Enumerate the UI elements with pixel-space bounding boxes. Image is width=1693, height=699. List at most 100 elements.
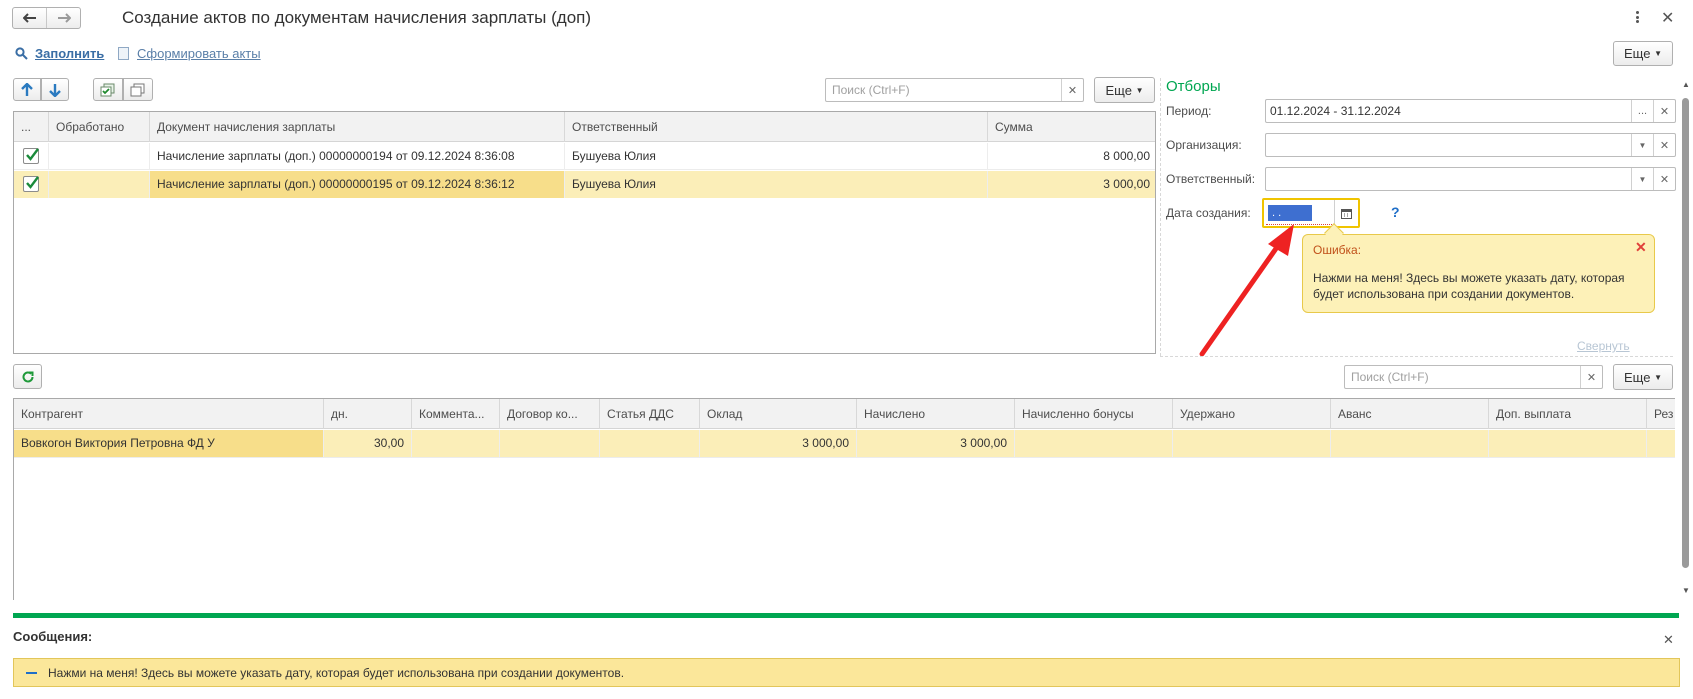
dropdown-arrow-icon: ▼ <box>1654 49 1662 58</box>
close-window-icon[interactable]: ✕ <box>1661 8 1674 28</box>
arrow-down-icon <box>49 83 61 97</box>
error-tooltip[interactable]: Ошибка: ✕ Нажми на меня! Здесь вы можете… <box>1302 223 1655 313</box>
column-header[interactable]: Рез <box>1647 399 1675 429</box>
message-dash-icon <box>26 671 37 674</box>
table-row[interactable]: Начисление зарплаты (доп.) 00000000194 о… <box>14 143 1155 170</box>
column-header[interactable]: Коммента... <box>412 399 500 429</box>
column-header[interactable]: Аванс <box>1331 399 1489 429</box>
ellipsis-icon[interactable]: ... <box>1631 100 1653 122</box>
rez-cell <box>1647 430 1675 457</box>
uncheck-all-button[interactable] <box>123 78 153 101</box>
calendar-icon[interactable] <box>1334 200 1358 226</box>
checkbox-cell[interactable] <box>14 171 49 198</box>
back-arrow-icon[interactable] <box>13 8 47 28</box>
column-header[interactable]: Начисленно бонусы <box>1015 399 1173 429</box>
comment-cell <box>412 430 500 457</box>
scroll-down-icon[interactable]: ▼ <box>1682 586 1690 595</box>
top-search-placeholder: Поиск (Ctrl+F) <box>832 83 910 97</box>
sum-cell: 3 000,00 <box>988 171 1155 198</box>
move-up-button[interactable] <box>13 78 41 101</box>
red-arrow-annotation <box>1199 224 1294 357</box>
column-header[interactable]: Обработано <box>49 112 150 142</box>
clear-icon[interactable]: ✕ <box>1653 100 1675 122</box>
creation-date-label: Дата создания: <box>1166 206 1251 220</box>
checkbox-checked-icon[interactable] <box>23 176 39 192</box>
uncheck-all-icon <box>130 83 145 96</box>
forward-arrow-icon[interactable] <box>47 8 80 28</box>
tooltip-text: Нажми на меня! Здесь вы можете указать д… <box>1313 271 1625 301</box>
period-label: Период: <box>1166 104 1212 118</box>
column-header[interactable]: Статья ДДС <box>600 399 700 429</box>
scroll-thumb[interactable] <box>1682 98 1689 568</box>
more-button-label: Еще <box>1624 46 1651 61</box>
tooltip-close-icon[interactable]: ✕ <box>1635 239 1647 256</box>
more-bottom-label: Еще <box>1624 369 1651 385</box>
advance-cell <box>1331 430 1489 457</box>
documents-table: ... Обработано Документ начисления зарпл… <box>13 111 1156 354</box>
column-header[interactable]: Начислено <box>857 399 1015 429</box>
more-button-table[interactable]: Еще ▼ <box>1094 77 1155 103</box>
organization-field[interactable]: ▼ ✕ <box>1265 133 1676 157</box>
checkbox-checked-icon[interactable] <box>23 148 39 164</box>
sum-cell: 8 000,00 <box>1103 149 1150 163</box>
dropdown-arrow-icon: ▼ <box>1654 372 1662 382</box>
chevron-down-icon[interactable]: ▼ <box>1631 168 1653 190</box>
more-button-bottom[interactable]: Еще ▼ <box>1613 364 1673 390</box>
column-header[interactable]: Оклад <box>700 399 857 429</box>
column-header[interactable]: Сумма <box>988 112 1155 142</box>
period-value: 01.12.2024 - 31.12.2024 <box>1270 104 1401 118</box>
column-header[interactable]: Документ начисления зарплаты <box>150 112 565 142</box>
details-table: Контрагент дн. Коммента... Договор ко...… <box>13 398 1675 600</box>
column-header[interactable]: Ответственный <box>565 112 988 142</box>
arrow-up-icon <box>21 82 33 96</box>
responsible-label: Ответственный: <box>1166 172 1256 186</box>
column-header[interactable]: дн. <box>324 399 412 429</box>
fill-link[interactable]: Заполнить <box>35 46 104 61</box>
chevron-down-icon[interactable]: ▼ <box>1631 134 1653 156</box>
responsible-cell: Бушуева Юлия <box>565 143 988 170</box>
responsible-field[interactable]: ▼ ✕ <box>1265 167 1676 191</box>
bottom-search-input[interactable]: Поиск (Ctrl+F) ✕ <box>1344 365 1603 389</box>
message-item[interactable]: Нажми на меня! Здесь вы можете указать д… <box>13 658 1680 687</box>
collapse-link[interactable]: Свернуть <box>1577 339 1630 353</box>
table-row-selected[interactable]: Начисление зарплаты (доп.) 00000000195 о… <box>14 171 1155 198</box>
page-title: Создание актов по документам начисления … <box>122 8 592 27</box>
processed-cell <box>49 171 150 198</box>
panel-divider <box>1160 78 1161 356</box>
table-row-selected[interactable]: Вовкогон Виктория Петровна ФД У 30,00 3 … <box>14 430 1675 458</box>
column-header[interactable]: Договор ко... <box>500 399 600 429</box>
clear-icon[interactable]: ✕ <box>1653 134 1675 156</box>
checkbox-cell[interactable] <box>14 143 49 170</box>
bottom-search-placeholder: Поиск (Ctrl+F) <box>1351 370 1429 384</box>
check-all-button[interactable] <box>93 78 123 101</box>
column-header[interactable]: ... <box>14 112 49 142</box>
period-field[interactable]: 01.12.2024 - 31.12.2024 ... ✕ <box>1265 99 1676 123</box>
form-acts-link[interactable]: Сформировать акты <box>137 46 261 61</box>
messages-separator <box>13 613 1679 618</box>
filters-title: Отборы <box>1166 78 1221 95</box>
clear-icon[interactable]: ✕ <box>1653 168 1675 190</box>
clear-search-icon[interactable]: ✕ <box>1580 366 1602 388</box>
kebab-menu-icon[interactable] <box>1632 9 1642 25</box>
messages-title: Сообщения: <box>13 629 93 644</box>
contract-cell <box>500 430 600 457</box>
messages-close-icon[interactable]: ✕ <box>1663 632 1674 648</box>
document-cell: Начисление зарплаты (доп.) 00000000195 о… <box>150 171 565 198</box>
help-icon[interactable]: ? <box>1391 204 1400 220</box>
more-button-top[interactable]: Еще ▼ <box>1613 41 1673 66</box>
top-search-input[interactable]: Поиск (Ctrl+F) ✕ <box>825 78 1084 102</box>
column-header[interactable]: Контрагент <box>14 399 324 429</box>
tooltip-title: Ошибка: <box>1313 243 1362 257</box>
column-header[interactable]: Удержано <box>1173 399 1331 429</box>
refresh-button[interactable] <box>13 364 42 389</box>
move-down-button[interactable] <box>41 78 69 101</box>
processed-cell <box>49 143 150 170</box>
column-header[interactable]: Доп. выплата <box>1489 399 1647 429</box>
clear-search-icon[interactable]: ✕ <box>1061 79 1083 101</box>
scroll-up-icon[interactable]: ▲ <box>1682 80 1690 89</box>
extra-payment-cell <box>1489 430 1647 457</box>
document-cell: Начисление зарплаты (доп.) 00000000194 о… <box>150 143 565 170</box>
scrollbar[interactable]: ▲ ▼ <box>1680 80 1691 595</box>
section-divider <box>1160 356 1673 357</box>
dds-cell <box>600 430 700 457</box>
